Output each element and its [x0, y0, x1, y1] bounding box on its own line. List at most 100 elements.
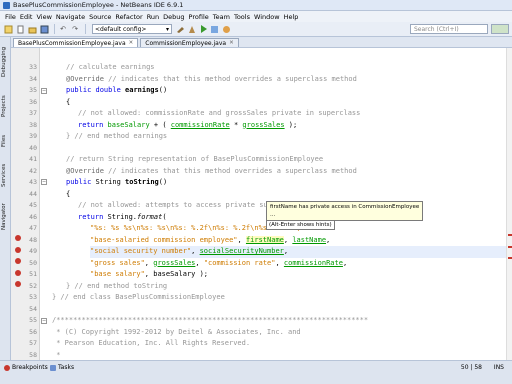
- error-stripe-mark[interactable]: [508, 234, 512, 236]
- save-all-icon[interactable]: [39, 24, 49, 34]
- line-number: 38: [29, 120, 37, 129]
- menu-view[interactable]: View: [34, 13, 53, 21]
- fold-toggle-icon[interactable]: −: [41, 88, 47, 94]
- menu-help[interactable]: Help: [282, 13, 301, 21]
- code-text: (): [158, 86, 168, 94]
- window-title: BasePlusCommissionEmployee - NetBeans ID…: [13, 1, 184, 9]
- netbeans-logo-icon: [3, 1, 10, 9]
- fold-column: − − −: [40, 48, 48, 361]
- breakpoints-tab[interactable]: Breakpoints: [4, 364, 48, 371]
- code-text: , baseSalary );: [144, 270, 209, 278]
- code-comment: // indicates that this method overrides …: [108, 74, 357, 83]
- code-editor[interactable]: 33 34 35 36 37 38 39 40 41 42 43 44 45 4…: [11, 47, 512, 361]
- error-stripe-mark[interactable]: [508, 257, 512, 259]
- code-text: );: [284, 120, 298, 129]
- line-number: 36: [29, 97, 37, 106]
- run-project-button[interactable]: [199, 24, 209, 34]
- error-marker-icon[interactable]: [15, 246, 21, 253]
- line-number: 37: [29, 109, 37, 117]
- side-tab-projects[interactable]: Projects: [1, 87, 10, 125]
- error-marker-icon[interactable]: [15, 281, 21, 287]
- code-text: String.: [107, 212, 138, 221]
- close-icon[interactable]: ✕: [229, 40, 234, 46]
- undo-icon[interactable]: ↶: [58, 24, 68, 34]
- tab-commissionemployee[interactable]: CommissionEmployee.java ✕: [140, 38, 239, 47]
- error-marker-icon[interactable]: [15, 269, 21, 276]
- code-line: } // end method toString: [66, 281, 167, 293]
- code-line: return String.format(: [78, 212, 167, 224]
- chevron-down-icon: ▾: [165, 25, 169, 33]
- menu-profile[interactable]: Profile: [187, 13, 211, 21]
- code-text: ,: [275, 258, 284, 267]
- field-ref-error: firstName: [245, 235, 284, 244]
- line-number: 57: [29, 339, 37, 347]
- tasks-tab[interactable]: Tasks: [50, 364, 74, 371]
- tab-basepluscommissionemployee[interactable]: BasePlusCommissionEmployee.java ✕: [13, 38, 139, 47]
- debug-project-icon[interactable]: [209, 24, 219, 34]
- field-ref: baseSalary: [107, 120, 150, 129]
- code-line: @Override // indicates that this method …: [66, 166, 357, 178]
- code-text: ,: [144, 258, 154, 267]
- menu-refactor[interactable]: Refactor: [113, 13, 144, 21]
- side-tab-files[interactable]: Files: [1, 129, 10, 153]
- method-call: format: [137, 212, 163, 221]
- menu-run[interactable]: Run: [145, 13, 161, 21]
- fold-toggle-icon[interactable]: −: [41, 179, 47, 185]
- keyword: public: [66, 178, 96, 186]
- new-file-icon[interactable]: [15, 24, 25, 34]
- menu-tools[interactable]: Tools: [232, 13, 252, 21]
- line-number: 42: [29, 166, 37, 175]
- code-comment: // not allowed: commissionRate and gross…: [78, 109, 361, 117]
- profile-project-icon[interactable]: [221, 24, 231, 34]
- menu-file[interactable]: File: [3, 13, 18, 21]
- side-tab-services[interactable]: Services: [1, 157, 10, 193]
- error-marker-icon[interactable]: [15, 235, 21, 241]
- menu-debug[interactable]: Debug: [161, 13, 186, 21]
- error-marker-icon[interactable]: [15, 258, 21, 264]
- code-comment: /***************************************…: [52, 316, 369, 324]
- code-area[interactable]: // calculate earnings @Override // indic…: [48, 48, 506, 361]
- menu-window[interactable]: Window: [252, 13, 282, 21]
- menu-edit[interactable]: Edit: [18, 13, 35, 21]
- clean-build-icon[interactable]: [187, 24, 197, 34]
- line-number: 44: [29, 189, 37, 198]
- code-line: // calculate earnings: [66, 62, 155, 74]
- config-select[interactable]: <default config> ▾: [92, 24, 172, 34]
- hint-button[interactable]: (Alt-Enter shows hints): [266, 220, 335, 230]
- code-comment: } // end method earnings: [66, 132, 168, 140]
- code-comment: * (C) Copyright 1992-2012 by Deitel & As…: [52, 327, 301, 336]
- code-line: "gross sales", grossSales, "commission r…: [90, 258, 347, 270]
- method-name: toString: [125, 178, 159, 186]
- side-tab-strip: Debugging Projects Files Services Naviga…: [0, 37, 11, 360]
- code-text: (: [162, 212, 167, 221]
- search-input[interactable]: Search (Ctrl+I): [410, 24, 488, 34]
- menu-source[interactable]: Source: [87, 13, 113, 21]
- fold-toggle-icon[interactable]: −: [41, 318, 47, 324]
- line-number: 56: [29, 327, 37, 336]
- error-stripe-mark[interactable]: [508, 246, 512, 248]
- tooltip-ellipsis: ...: [270, 212, 276, 218]
- new-project-icon[interactable]: [3, 24, 13, 34]
- code-comment: } // end class BasePlusCommissionEmploye…: [52, 293, 225, 301]
- menu-team[interactable]: Team: [211, 13, 232, 21]
- memory-indicator[interactable]: [491, 24, 509, 34]
- keyword: return: [78, 120, 108, 129]
- editor-tabs: BasePlusCommissionEmployee.java ✕ Commis…: [11, 37, 512, 47]
- redo-icon[interactable]: ↷: [70, 24, 80, 34]
- keyword: public double: [66, 86, 126, 94]
- line-number: 47: [29, 224, 37, 232]
- tooltip-text: firstName has private access in Commissi…: [270, 204, 420, 210]
- side-tab-debugging[interactable]: Debugging: [1, 41, 10, 83]
- code-comment: // indicates that this method overrides …: [108, 166, 357, 175]
- line-number: 54: [29, 304, 37, 313]
- menu-navigate[interactable]: Navigate: [54, 13, 87, 21]
- error-stripe[interactable]: [506, 48, 512, 361]
- open-project-icon[interactable]: [27, 24, 37, 34]
- code-line: } // end class BasePlusCommissionEmploye…: [52, 292, 225, 304]
- string-literal: "base salary": [90, 270, 145, 278]
- build-icon[interactable]: [175, 24, 185, 34]
- toolbar: ↶ ↷ <default config> ▾ Search (Ctrl+I): [0, 22, 512, 37]
- close-icon[interactable]: ✕: [129, 40, 134, 46]
- code-comment: *: [52, 350, 61, 359]
- side-tab-navigator[interactable]: Navigator: [1, 197, 10, 237]
